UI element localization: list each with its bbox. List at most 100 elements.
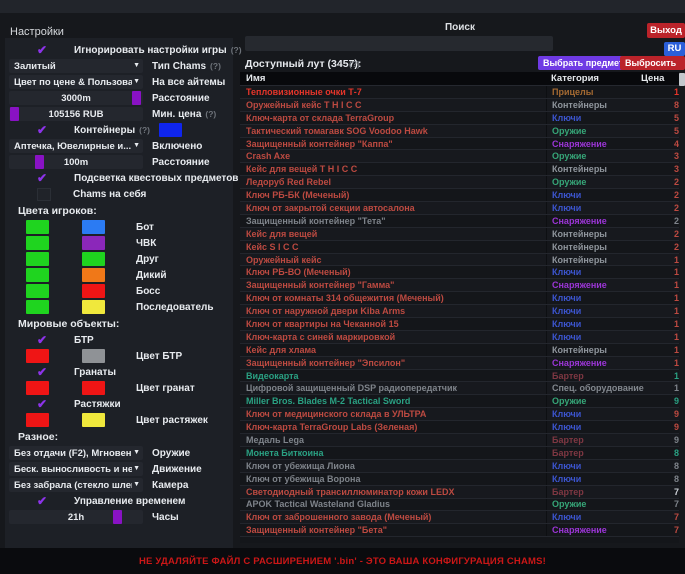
loot-row[interactable]: Защищенный контейнер "Каппа" Снаряжение … [240,138,679,151]
column-header-name[interactable]: Имя [240,73,546,84]
checkbox-checked-icon[interactable]: ✔ [37,494,52,508]
visible-color-swatch[interactable] [26,413,49,427]
visible-color-swatch[interactable] [26,268,49,282]
loot-row[interactable]: Ключ от наружной двери Kiba Arms Ключи 1… [240,305,679,318]
all-items-color-dropdown[interactable]: Цвет по цене & Пользователь ▼ [9,75,143,89]
loot-row[interactable]: Кейс для вещей Контейнеры 2.08kk [240,228,679,241]
loot-row[interactable]: Медаль Lega Бартер 900.0k [240,434,679,447]
help-icon[interactable]: (?) [210,61,221,71]
grenades-row[interactable]: ✔ Гранаты [9,365,230,379]
loot-row[interactable]: Тактический томагавк SOG Voodoo Hawk Ору… [240,125,679,138]
loot-row[interactable]: Ключ-карта от склада TerraGroup Ключи 5.… [240,112,679,125]
object-color-swatch[interactable] [82,381,105,395]
loot-row[interactable]: Ключ от квартиры на Чеканной 15 Ключи 1.… [240,318,679,331]
loot-row[interactable]: Защищенный контейнер "Тета" Снаряжение 2… [240,215,679,228]
visible-color-swatch[interactable] [26,236,49,250]
search-input[interactable] [245,36,553,51]
visible-color-swatch[interactable] [26,300,49,314]
loot-row[interactable]: Монета Биткоина Бартер 869.6k [240,447,679,460]
time-control-row[interactable]: ✔ Управление временем [9,494,230,508]
chams-type-dropdown[interactable]: Залитый ▼ [9,59,143,73]
help-icon[interactable]: (?) [139,125,150,135]
min-price-slider[interactable]: 105156 RUB [9,107,143,121]
loot-row[interactable]: Ключ-карта TerraGroup Labs (Зеленая) Клю… [240,421,679,434]
loot-row[interactable]: Кейс для вещей T H I C C Контейнеры 3.10… [240,163,679,176]
tripwires-row[interactable]: ✔ Растяжки [9,397,230,411]
chams-color-swatch[interactable] [82,284,105,298]
loot-row[interactable]: Светодиодный трансиллюминатор кожи LEDX … [240,486,679,499]
loot-item-name: Ключ от наружной двери Kiba Arms [240,306,546,316]
checkbox-checked-icon[interactable]: ✔ [37,333,52,347]
loot-row[interactable]: Цифровой защищенный DSP радиопередатчик … [240,382,679,395]
item-distance-slider[interactable]: 3000m [9,91,143,105]
visible-color-swatch[interactable] [26,381,49,395]
chams-color-swatch[interactable] [82,236,105,250]
movement-mods-dropdown[interactable]: Беск. выносливость и нет уста ▼ [9,462,143,476]
checkbox-unchecked-icon[interactable] [37,188,51,201]
checkbox-checked-icon[interactable]: ✔ [37,43,52,57]
containers-color-swatch[interactable] [159,123,182,137]
chams-color-swatch[interactable] [82,268,105,282]
object-color-swatch[interactable] [82,349,105,363]
loot-row[interactable]: Видеокарта Бартер 1.06kk [240,370,679,383]
loot-item-name: Ключ от комнаты 314 общежития (Меченый) [240,293,546,303]
loot-row[interactable]: Оружейный кейс T H I C C Контейнеры 8.40… [240,99,679,112]
visible-color-swatch[interactable] [26,284,49,298]
loot-row[interactable]: Crash Axe Оружие 3.40kk [240,150,679,163]
visible-color-swatch[interactable] [26,220,49,234]
loot-row[interactable]: Ключ от убежища Лиона Ключи 850.0k [240,460,679,473]
object-color-swatch[interactable] [82,413,105,427]
help-icon[interactable]: (?) [349,59,360,69]
slider-handle[interactable] [10,107,19,121]
camera-mods-dropdown[interactable]: Без забрала (стекло шлема) ▼ [9,478,143,492]
column-header-price[interactable]: Цена [641,73,679,84]
column-header-category[interactable]: Категория [546,73,641,84]
loot-row[interactable]: Ключ РБ-ВО (Меченый) Ключи 1.85kk [240,266,679,279]
loot-row[interactable]: Ключ от медицинского склада в УЛЬТРА Клю… [240,408,679,421]
chams-self-row[interactable]: Chams на себя [9,187,230,201]
exit-button[interactable]: Выход [647,23,685,38]
chams-color-swatch[interactable] [82,300,105,314]
visible-color-swatch[interactable] [26,252,49,266]
loot-row[interactable]: APOK Tactical Wasteland Gladius Оружие 7… [240,499,679,512]
loot-row[interactable]: Ключ от убежища Ворона Ключи 800.0k [240,473,679,486]
loot-row[interactable]: Ключ от комнаты 314 общежития (Меченый) … [240,292,679,305]
loot-row[interactable]: Оружейный кейс Контейнеры 1.95kk [240,254,679,267]
chams-color-swatch[interactable] [82,220,105,234]
drop-all-button[interactable]: Выбросить все [620,56,685,70]
language-button[interactable]: RU [664,42,685,56]
scrollbar-thumb[interactable] [679,73,685,86]
container-distance-slider[interactable]: 100m [9,155,143,169]
loot-row[interactable]: Miller Bros. Blades M-2 Tactical Sword О… [240,395,679,408]
chams-color-swatch[interactable] [82,252,105,266]
loot-row[interactable]: Защищенный контейнер "Эпсилон" Снаряжени… [240,357,679,370]
slider-handle[interactable] [132,91,141,105]
loot-row[interactable]: Ключ-карта с синей маркировкой Ключи 1.1… [240,331,679,344]
checkbox-checked-icon[interactable]: ✔ [37,171,52,185]
loot-row[interactable]: Защищенный контейнер "Бета" Снаряжение 7… [240,524,679,537]
checkbox-checked-icon[interactable]: ✔ [37,123,52,137]
slider-handle[interactable] [113,510,122,524]
help-icon[interactable]: (?) [231,45,242,55]
checkbox-checked-icon[interactable]: ✔ [37,397,52,411]
loot-row[interactable]: Ключ от закрытой секции автосалона Ключи… [240,202,679,215]
checkbox-checked-icon[interactable]: ✔ [37,365,52,379]
loot-row[interactable]: Тепловизионные очки Т-7 Прицелы 17.33kk [240,86,679,99]
loot-row[interactable]: Кейс для хлама Контейнеры 1.11kk [240,344,679,357]
help-icon[interactable]: (?) [205,109,216,119]
visible-color-swatch[interactable] [26,349,49,363]
btr-row[interactable]: ✔ БТР [9,333,230,347]
quest-items-highlight-row[interactable]: ✔ Подсветка квестовых предметов [9,171,230,185]
loot-row[interactable]: Ледоруб Red Rebel Оружие 2.75kk [240,176,679,189]
loot-item-name: Видеокарта [240,371,546,381]
enabled-categories-dropdown[interactable]: Аптечка, Ювелирные и... ▼ [9,139,143,153]
loot-row[interactable]: Ключ РБ-БК (Меченый) Ключи 2.58kk [240,189,679,202]
weapon-mods-dropdown[interactable]: Без отдачи (F2), Мгновенное п ▼ [9,446,143,460]
ignore-game-settings-row[interactable]: ✔ Игнорировать настройки игры (?) [9,43,230,57]
loot-row[interactable]: Кейс S I C C Контейнеры 2.05kk [240,241,679,254]
loot-row[interactable]: Ключ от заброшенного завода (Меченый) Кл… [240,511,679,524]
slider-handle[interactable] [35,155,44,169]
hours-slider[interactable]: 21h [9,510,143,524]
loot-row[interactable]: Защищенный контейнер "Гамма" Снаряжение … [240,279,679,292]
containers-row[interactable]: ✔ Контейнеры (?) [9,123,230,137]
